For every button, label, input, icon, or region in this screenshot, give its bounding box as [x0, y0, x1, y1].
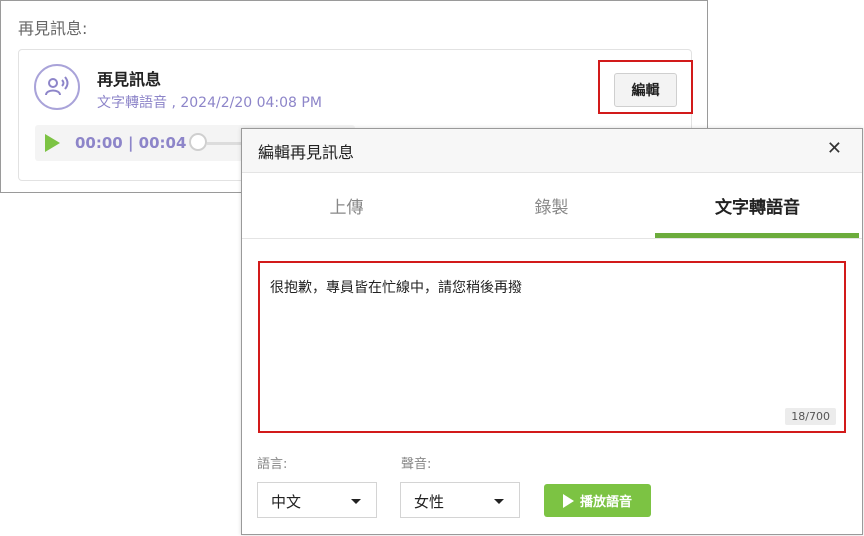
- edit-button-highlight: 編輯: [598, 60, 693, 114]
- tts-text-value: 很抱歉，專員皆在忙線中，請您稍後再撥: [270, 280, 522, 296]
- chevron-down-icon: [494, 499, 504, 504]
- tab-bar: 上傳 錄製 文字轉語音: [242, 173, 862, 239]
- message-meta: 文字轉語音 , 2024/2/20 04:08 PM: [97, 95, 322, 111]
- language-label: 語言:: [257, 457, 288, 472]
- edit-message-modal: 編輯再見訊息 ✕ 上傳 錄製 文字轉語音 很抱歉，專員皆在忙線中，請您稍後再撥 …: [241, 128, 863, 535]
- tts-text-input[interactable]: 很抱歉，專員皆在忙線中，請您稍後再撥 18/700: [258, 261, 846, 433]
- modal-header: 編輯再見訊息 ✕: [242, 129, 862, 173]
- language-value: 中文: [271, 493, 302, 511]
- modal-title: 編輯再見訊息: [258, 143, 355, 162]
- tab-record[interactable]: 錄製: [449, 173, 654, 238]
- tab-upload[interactable]: 上傳: [244, 173, 449, 238]
- player-knob[interactable]: [189, 133, 207, 151]
- user-voice-icon: [34, 64, 80, 110]
- close-icon[interactable]: ✕: [827, 138, 842, 159]
- section-title: 再見訊息:: [18, 19, 88, 38]
- play-speech-label: 播放語音: [579, 495, 632, 510]
- play-icon: [562, 493, 574, 508]
- voice-select[interactable]: 女性: [400, 482, 520, 518]
- tab-text-to-speech[interactable]: 文字轉語音: [655, 173, 860, 238]
- char-counter: 18/700: [785, 408, 836, 425]
- player-time: 00:00 | 00:04: [75, 134, 187, 152]
- voice-label: 聲音:: [401, 457, 432, 472]
- language-select[interactable]: 中文: [257, 482, 377, 518]
- play-speech-button[interactable]: 播放語音: [544, 484, 651, 517]
- voice-value: 女性: [414, 493, 445, 511]
- active-tab-underline: [655, 233, 859, 238]
- chevron-down-icon: [351, 499, 361, 504]
- edit-button[interactable]: 編輯: [614, 73, 677, 107]
- play-icon[interactable]: [45, 134, 60, 152]
- message-name: 再見訊息: [97, 70, 162, 89]
